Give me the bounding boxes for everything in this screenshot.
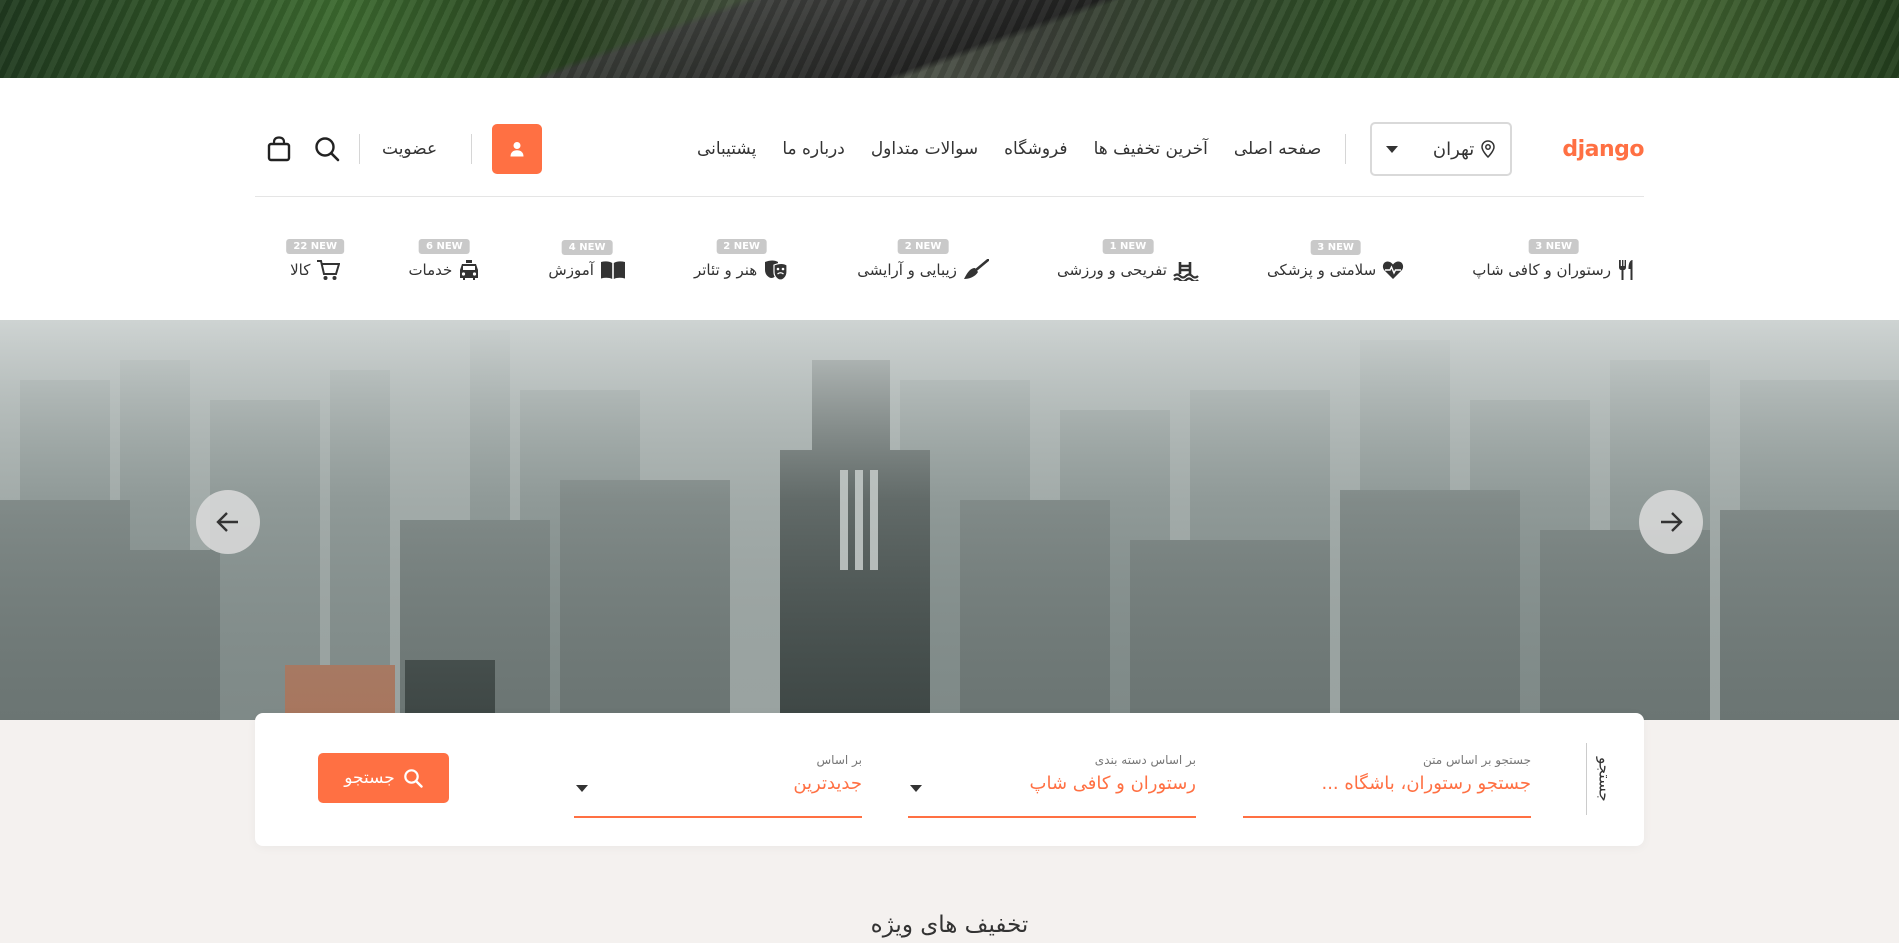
actions-divider-2	[359, 134, 360, 164]
city-select-value: تهران	[1432, 138, 1475, 160]
nav-link-support[interactable]: پشتیبانی	[697, 139, 756, 159]
category-label: زیبایی و آرایشی	[857, 261, 957, 279]
category-filter-value[interactable]: رستوران و کافی شاپ	[908, 773, 1196, 794]
nav-link-faq[interactable]: سوالات متداول	[871, 139, 978, 159]
category-label: خدمات	[408, 261, 453, 279]
site-logo[interactable]: django	[1562, 137, 1644, 162]
header-divider	[255, 196, 1644, 197]
user-account-button[interactable]	[492, 124, 543, 174]
nav-link-shop[interactable]: فروشگاه	[1004, 139, 1067, 159]
search-submit-button[interactable]: جستجو	[318, 753, 449, 803]
category-goods[interactable]: 22 NEW کالا	[286, 239, 345, 281]
category-health[interactable]: 3 NEW سلامتی و پزشکی	[1267, 240, 1404, 280]
search-panel: جستجو جستجو بر اساس متن جستجو رستوران، ب…	[255, 713, 1644, 846]
category-bar: 3 NEW رستوران و کافی شاپ 3 NEW سلامتی و …	[286, 234, 1635, 294]
search-icon	[403, 769, 423, 788]
search-icon	[315, 137, 340, 162]
text-search-field[interactable]: جستجو بر اساس متن جستجو رستوران، باشگاه …	[1243, 753, 1531, 818]
category-label: سلامتی و پزشکی	[1267, 261, 1377, 279]
search-button[interactable]	[311, 133, 343, 165]
search-button-label: جستجو	[344, 768, 395, 788]
taxi-icon	[460, 260, 479, 280]
user-icon	[510, 142, 524, 157]
chevron-down-icon	[910, 785, 922, 792]
utensils-icon	[1619, 260, 1633, 280]
new-count-badge: 2 NEW	[897, 239, 949, 254]
cart-button[interactable]	[263, 133, 295, 165]
category-label: تفریحی و ورزشی	[1056, 261, 1167, 279]
slider-next-button[interactable]	[1639, 490, 1703, 554]
category-filter-field[interactable]: بر اساس دسته بندی رستوران و کافی شاپ	[908, 753, 1196, 818]
new-count-badge: 22 NEW	[286, 239, 345, 254]
text-search-input[interactable]: جستجو رستوران، باشگاه ...	[1243, 773, 1531, 794]
new-count-badge: 4 NEW	[561, 240, 613, 255]
new-count-badge: 2 NEW	[716, 239, 767, 254]
sort-label: بر اساس	[816, 753, 862, 767]
top-banner-image	[0, 0, 1899, 78]
arrow-right-icon	[1661, 512, 1683, 532]
category-art[interactable]: 2 NEW هنر و تئاتر	[693, 239, 789, 281]
location-pin-icon	[1481, 140, 1496, 158]
city-select[interactable]: تهران	[1370, 122, 1513, 176]
slider-prev-button[interactable]	[196, 490, 260, 554]
category-recreation[interactable]: 1 NEW تفریحی و ورزشی	[1056, 239, 1199, 281]
category-label: آموزش	[548, 261, 594, 279]
category-label: کالا	[290, 261, 311, 279]
theater-masks-icon	[765, 260, 788, 281]
site-header: django تهران صفحه اصلی آخرین تخفیف ها فر…	[0, 78, 1899, 320]
category-filter-label: بر اساس دسته بندی	[1094, 753, 1196, 767]
nav-divider	[1345, 134, 1347, 164]
chevron-down-icon	[1386, 145, 1399, 153]
heartbeat-icon	[1383, 261, 1404, 279]
actions-divider	[471, 134, 473, 164]
arrow-left-icon	[216, 512, 238, 532]
category-beauty[interactable]: 2 NEW زیبایی و آرایشی	[857, 239, 989, 281]
text-search-label: جستجو بر اساس متن	[1423, 753, 1531, 767]
hero-slider	[0, 320, 1899, 720]
search-panel-title: جستجو	[1586, 743, 1622, 815]
swimming-icon	[1173, 262, 1199, 281]
chevron-down-icon	[576, 785, 588, 792]
book-icon	[600, 261, 625, 279]
shopping-bag-icon	[267, 136, 291, 162]
new-count-badge: 6 NEW	[419, 239, 470, 254]
new-count-badge: 3 NEW	[1528, 239, 1579, 254]
category-label: هنر و تئاتر	[693, 261, 758, 279]
category-restaurant[interactable]: 3 NEW رستوران و کافی شاپ	[1472, 239, 1635, 281]
nav-link-home[interactable]: صفحه اصلی	[1234, 139, 1321, 159]
nav-link-about[interactable]: درباره ما	[782, 139, 845, 159]
sort-field[interactable]: بر اساس جدیدترین	[574, 753, 862, 818]
category-education[interactable]: 4 NEW آموزش	[548, 240, 626, 280]
signup-link[interactable]: عضویت	[382, 139, 437, 159]
nav-links: صفحه اصلی آخرین تخفیف ها فروشگاه سوالات …	[697, 139, 1321, 159]
main-nav: django تهران صفحه اصلی آخرین تخفیف ها فر…	[255, 118, 1644, 180]
category-label: رستوران و کافی شاپ	[1472, 261, 1611, 279]
special-offers-title: تخفیف های ویژه	[870, 912, 1029, 938]
broom-icon	[963, 259, 989, 279]
header-actions: عضویت	[255, 124, 543, 174]
nav-link-latest-discounts[interactable]: آخرین تخفیف ها	[1094, 139, 1208, 159]
new-count-badge: 1 NEW	[1102, 239, 1154, 254]
new-count-badge: 3 NEW	[1310, 240, 1361, 255]
sort-value[interactable]: جدیدترین	[574, 773, 862, 794]
cart-icon	[317, 260, 341, 280]
category-services[interactable]: 6 NEW خدمات	[408, 239, 480, 281]
hero-cityscape-image	[0, 320, 1899, 720]
